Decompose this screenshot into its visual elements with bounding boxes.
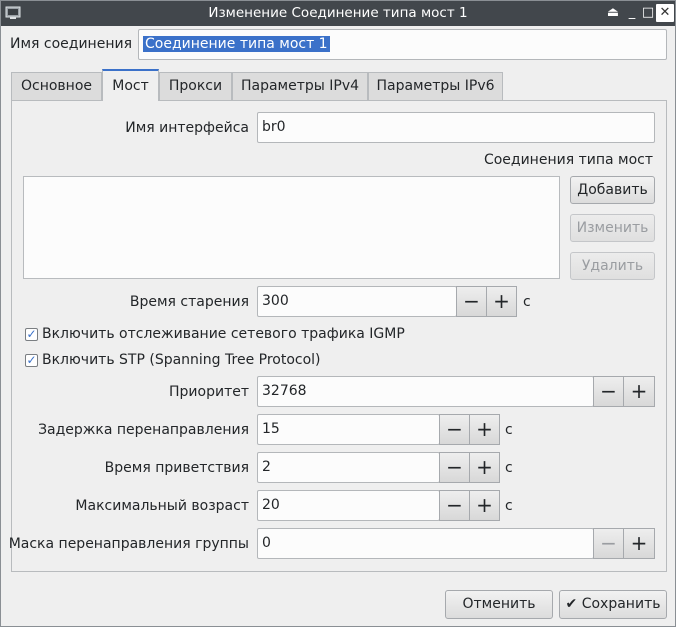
- group-forward-mask-decrement-button[interactable]: −: [593, 528, 624, 559]
- igmp-checkbox[interactable]: ✓: [25, 328, 38, 341]
- close-icon: ✕: [659, 5, 671, 20]
- interface-name-label: Имя интерфейса: [125, 120, 249, 136]
- group-forward-mask-input[interactable]: 0: [257, 528, 594, 559]
- forward-delay-label: Задержка перенаправления: [38, 422, 249, 438]
- hello-time-increment-button[interactable]: +: [469, 452, 500, 483]
- minimize-icon: _: [628, 5, 636, 20]
- aging-time-input[interactable]: 300: [257, 286, 457, 317]
- max-age-increment-button[interactable]: +: [469, 490, 500, 521]
- connection-name-input[interactable]: Соединение типа мост 1: [138, 29, 667, 60]
- forward-delay-increment-button[interactable]: +: [469, 414, 500, 445]
- cancel-button[interactable]: Отменить: [445, 590, 553, 619]
- dialog-window: Изменение Соединение типа мост 1 ⏏ _ □ ✕…: [0, 0, 676, 627]
- group-forward-mask-increment-button[interactable]: +: [623, 528, 655, 559]
- aging-time-unit: с: [523, 294, 531, 310]
- window-title: Изменение Соединение типа мост 1: [208, 5, 468, 21]
- max-age-decrement-button[interactable]: −: [439, 490, 470, 521]
- tab-proxy[interactable]: Прокси: [159, 72, 232, 100]
- max-age-unit: с: [505, 498, 513, 514]
- check-icon: ✔: [565, 596, 578, 612]
- close-button[interactable]: ✕: [656, 4, 674, 22]
- add-button[interactable]: Добавить: [570, 176, 655, 204]
- edit-button[interactable]: Изменить: [570, 214, 655, 242]
- priority-label: Приоритет: [169, 384, 249, 400]
- shade-icon: ⏏: [606, 5, 620, 20]
- hello-time-input[interactable]: 2: [257, 452, 440, 483]
- forward-delay-input[interactable]: 15: [257, 414, 440, 445]
- hello-time-unit: с: [505, 460, 513, 476]
- interface-name-input[interactable]: br0: [257, 112, 655, 143]
- maximize-icon: □: [641, 5, 655, 20]
- tab-ipv6[interactable]: Параметры IPv6: [368, 72, 503, 100]
- delete-button[interactable]: Удалить: [570, 252, 655, 280]
- tab-general[interactable]: Основное: [11, 72, 102, 100]
- title-bar[interactable]: Изменение Соединение типа мост 1 ⏏ _ □ ✕: [1, 1, 675, 26]
- forward-delay-unit: с: [505, 422, 513, 438]
- max-age-input[interactable]: 20: [257, 490, 440, 521]
- aging-time-decrement-button[interactable]: −: [456, 286, 487, 317]
- tab-ipv4[interactable]: Параметры IPv4: [232, 72, 368, 100]
- bridged-connections-label: Соединения типа мост: [483, 152, 653, 168]
- priority-input[interactable]: 32768: [257, 376, 594, 407]
- priority-increment-button[interactable]: +: [623, 376, 655, 407]
- aging-time-label: Время старения: [129, 294, 249, 310]
- priority-decrement-button[interactable]: −: [593, 376, 624, 407]
- stp-checkbox[interactable]: ✓: [25, 354, 38, 367]
- tab-bridge[interactable]: Мост: [102, 69, 159, 101]
- bridged-connections-list[interactable]: [23, 176, 560, 279]
- maximize-button[interactable]: □: [639, 4, 657, 22]
- hello-time-label: Время приветствия: [104, 460, 249, 476]
- igmp-label[interactable]: Включить отслеживание сетевого трафика I…: [42, 326, 405, 342]
- save-button[interactable]: ✔ Сохранить: [559, 590, 667, 619]
- max-age-label: Максимальный возраст: [75, 498, 249, 514]
- connection-name-label: Имя соединения: [10, 36, 133, 52]
- aging-time-increment-button[interactable]: +: [486, 286, 517, 317]
- hello-time-decrement-button[interactable]: −: [439, 452, 470, 483]
- connection-name-value: Соединение типа мост 1: [143, 36, 330, 52]
- stp-label[interactable]: Включить STP (Spanning Tree Protocol): [42, 352, 321, 368]
- save-button-label: Сохранить: [581, 596, 661, 612]
- forward-delay-decrement-button[interactable]: −: [439, 414, 470, 445]
- shade-button[interactable]: ⏏: [604, 4, 622, 22]
- group-forward-mask-label: Маска перенаправления группы: [8, 536, 249, 552]
